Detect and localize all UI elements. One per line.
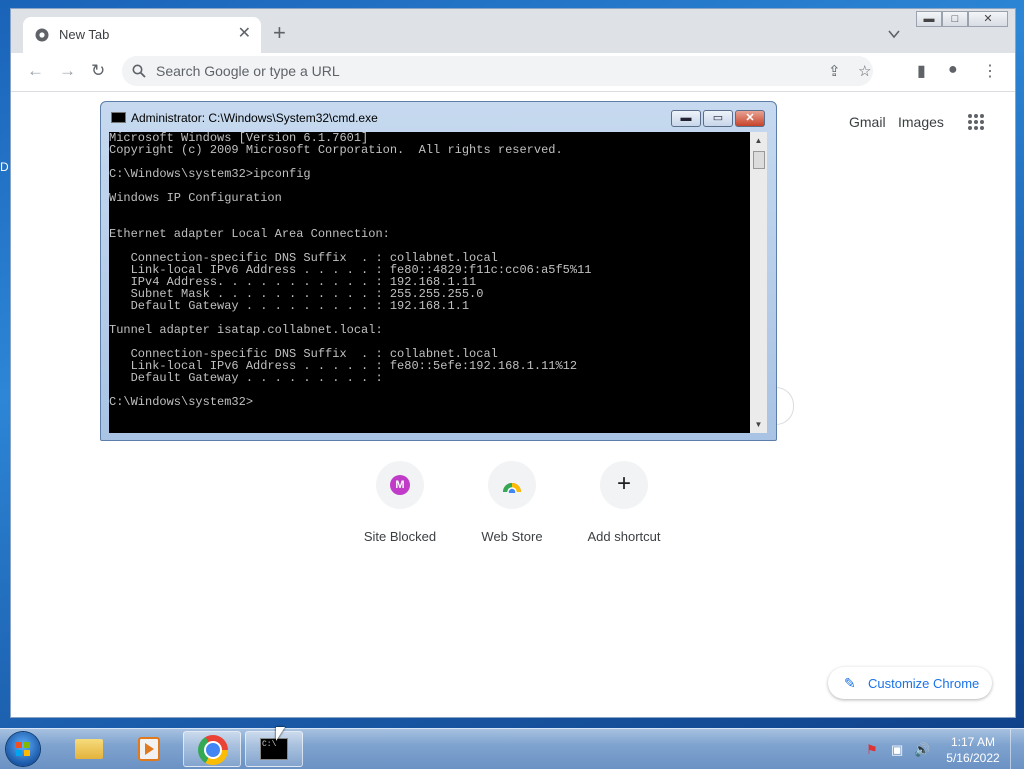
customize-chrome-button[interactable]: ✎ Customize Chrome bbox=[828, 667, 992, 699]
back-arrow-icon[interactable]: ← bbox=[27, 62, 44, 80]
media-player-icon bbox=[138, 737, 160, 761]
console-line: Ethernet adapter Local Area Connection: bbox=[109, 227, 390, 241]
chrome-icon bbox=[198, 735, 228, 765]
action-center-flag-icon[interactable]: ⚑ bbox=[866, 742, 878, 758]
new-tab-button[interactable]: + bbox=[273, 22, 286, 44]
tab-close-icon[interactable]: ✕ bbox=[238, 25, 251, 43]
cmd-app-icon bbox=[111, 112, 126, 123]
mouse-cursor-icon bbox=[276, 727, 285, 741]
clock-time[interactable]: 1:17 AM bbox=[945, 735, 1001, 749]
console-line: Default Gateway . . . . . . . . . : 192.… bbox=[109, 299, 470, 313]
cmd-icon: C:\ bbox=[260, 738, 288, 760]
share-icon[interactable]: ⇪ bbox=[828, 62, 841, 80]
shortcut-label: Add shortcut bbox=[587, 529, 661, 544]
side-panel-icon[interactable]: ▮ bbox=[917, 61, 926, 81]
cmd-scrollbar[interactable]: ▲ ▼ bbox=[750, 132, 767, 433]
windows-logo-icon bbox=[16, 742, 30, 756]
cmd-minimize-button[interactable]: ▬ bbox=[671, 110, 701, 127]
shortcut-label: Site Blocked bbox=[363, 529, 437, 544]
scroll-up-icon[interactable]: ▲ bbox=[750, 132, 767, 149]
console-line: C:\Windows\system32>ipconfig bbox=[109, 167, 311, 181]
scroll-down-icon[interactable]: ▼ bbox=[750, 416, 767, 433]
desktop-icon-label: D bbox=[0, 160, 9, 174]
cmd-window: Administrator: C:\Windows\System32\cmd.e… bbox=[100, 101, 777, 441]
tab-title: New Tab bbox=[59, 27, 110, 42]
shortcut-site-blocked[interactable]: M Site Blocked bbox=[344, 461, 456, 544]
shortcut-tile: + bbox=[600, 461, 648, 509]
console-line: Default Gateway . . . . . . . . . : bbox=[109, 371, 383, 385]
taskbar-chrome[interactable] bbox=[183, 731, 241, 767]
browser-toolbar: ← → ↻ Search Google or type a URL ⇪ ☆ ▮ … bbox=[11, 53, 1015, 92]
tab-new-tab[interactable]: New Tab ✕ bbox=[23, 17, 261, 53]
console-output[interactable]: Microsoft Windows [Version 6.1.7601] Cop… bbox=[109, 132, 750, 433]
folder-icon bbox=[75, 739, 103, 759]
shortcut-add[interactable]: + Add shortcut bbox=[568, 461, 680, 544]
network-icon[interactable]: ▣ bbox=[891, 742, 903, 758]
window-close-button[interactable]: ✕ bbox=[968, 11, 1008, 27]
google-apps-icon[interactable] bbox=[968, 114, 984, 130]
customize-chrome-label: Customize Chrome bbox=[868, 676, 980, 691]
images-link[interactable]: Images bbox=[898, 114, 944, 130]
console-prompt: C:\Windows\system32> bbox=[109, 395, 254, 409]
site-avatar-icon: M bbox=[390, 475, 410, 495]
bookmark-star-icon[interactable]: ☆ bbox=[858, 62, 871, 80]
volume-icon[interactable]: 🔊 bbox=[914, 742, 930, 758]
cmd-window-title: Administrator: C:\Windows\System32\cmd.e… bbox=[131, 111, 378, 125]
show-desktop-button[interactable] bbox=[1010, 729, 1024, 769]
console-line: Copyright (c) 2009 Microsoft Corporation… bbox=[109, 143, 563, 157]
tab-search-chevron-icon[interactable] bbox=[887, 27, 901, 41]
cmd-maximize-button[interactable]: ▭ bbox=[703, 110, 733, 127]
omnibox[interactable]: Search Google or type a URL ⇪ ☆ bbox=[122, 56, 873, 86]
forward-arrow-icon[interactable]: → bbox=[59, 62, 76, 80]
menu-kebab-icon[interactable]: ⋮ bbox=[982, 61, 998, 81]
console-line: Windows IP Configuration bbox=[109, 191, 282, 205]
plus-icon: + bbox=[616, 470, 631, 497]
scroll-thumb[interactable] bbox=[753, 151, 765, 169]
shortcut-label: Web Store bbox=[481, 529, 543, 544]
shortcut-tile: M bbox=[376, 461, 424, 509]
taskbar-explorer[interactable] bbox=[60, 731, 118, 767]
reload-icon[interactable]: ↻ bbox=[91, 62, 105, 80]
tab-strip: New Tab ✕ + ▬ □ ✕ bbox=[11, 9, 1015, 53]
shortcut-web-store[interactable]: Web Store bbox=[456, 461, 568, 544]
window-minimize-button[interactable]: ▬ bbox=[916, 11, 942, 27]
taskbar-media-player[interactable] bbox=[121, 731, 179, 767]
window-maximize-button[interactable]: □ bbox=[942, 11, 968, 27]
pencil-icon: ✎ bbox=[844, 675, 856, 691]
profile-avatar-icon[interactable]: ● bbox=[948, 61, 958, 79]
search-icon bbox=[132, 64, 146, 78]
web-store-icon bbox=[503, 483, 521, 493]
taskbar-cmd[interactable]: C:\ bbox=[245, 731, 303, 767]
omnibox-placeholder: Search Google or type a URL bbox=[156, 63, 340, 79]
gmail-link[interactable]: Gmail bbox=[849, 114, 886, 130]
shortcut-tile bbox=[488, 461, 536, 509]
clock-date[interactable]: 5/16/2022 bbox=[945, 751, 1001, 765]
console-line: Tunnel adapter isatap.collabnet.local: bbox=[109, 323, 383, 337]
start-button[interactable] bbox=[6, 732, 40, 766]
chrome-favicon-icon bbox=[35, 28, 49, 42]
cmd-close-button[interactable]: ✕ bbox=[735, 110, 765, 127]
taskbar: C:\ ⚑ ▣ 🔊 1:17 AM 5/16/2022 bbox=[0, 728, 1024, 769]
